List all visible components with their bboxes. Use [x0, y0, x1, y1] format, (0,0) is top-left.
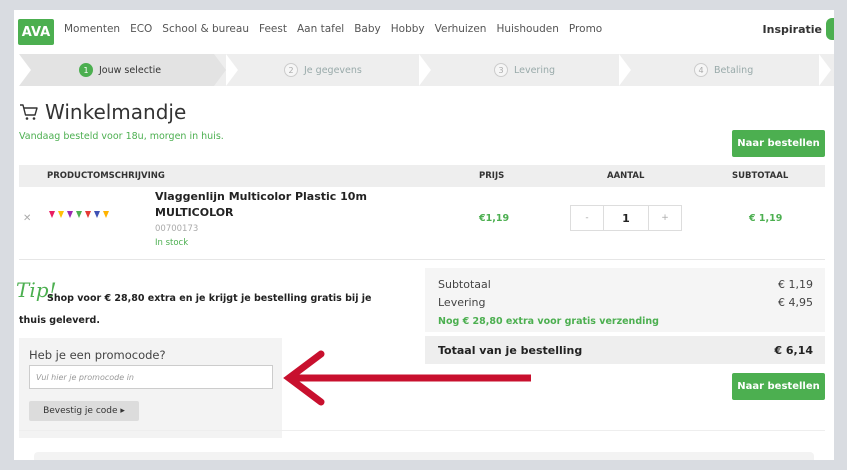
- order-button-top[interactable]: Naar bestellen: [732, 130, 825, 157]
- delivery-note: Vandaag besteld voor 18u, morgen in huis…: [19, 131, 224, 142]
- nav-item-aan-tafel[interactable]: Aan tafel: [297, 23, 344, 35]
- step-number: 4: [694, 63, 708, 77]
- step-label: Betaling: [714, 64, 754, 76]
- step-number: 2: [284, 63, 298, 77]
- step-label: Jouw selectie: [99, 64, 162, 76]
- nav-item-verhuizen[interactable]: Verhuizen: [435, 23, 487, 35]
- step-chevron: [226, 54, 238, 86]
- shipping-value: € 4,95: [778, 296, 813, 309]
- free-shipping-note: Nog € 28,80 extra voor gratis verzending: [438, 316, 659, 327]
- flag-shape: [94, 211, 100, 218]
- page-frame: AVA Momenten ECO School & bureau Feest A…: [14, 10, 834, 460]
- page-title: Winkelmandje: [19, 100, 186, 124]
- qty-increase-button[interactable]: +: [649, 206, 681, 230]
- product-price: €1,19: [479, 213, 510, 224]
- nav-item-eco[interactable]: ECO: [130, 23, 152, 35]
- product-thumbnail[interactable]: [49, 211, 109, 218]
- promo-code-input[interactable]: [29, 365, 273, 389]
- step-chevron: [419, 54, 431, 86]
- cart-icon: [20, 104, 38, 120]
- checkout-steps: 1 Jouw selectie 2 Je gegevens 3 Levering…: [19, 54, 834, 86]
- step-je-gegevens[interactable]: 2 Je gegevens: [284, 54, 362, 86]
- nav-item-feest[interactable]: Feest: [259, 23, 287, 35]
- divider: [19, 259, 825, 260]
- nav-item-huishouden[interactable]: Huishouden: [496, 23, 558, 35]
- nav-item-promo[interactable]: Promo: [569, 23, 602, 35]
- table-row: ✕ Vlaggenlijn Multicolor Plastic 10m MUL…: [19, 187, 825, 259]
- nav-item-inspiratie[interactable]: Inspiratie: [763, 23, 822, 36]
- total-value: € 6,14: [774, 344, 813, 357]
- step-jouw-selectie[interactable]: 1 Jouw selectie: [79, 54, 161, 86]
- side-tab-icon[interactable]: [826, 18, 834, 40]
- shipping-label: Levering: [438, 296, 486, 309]
- step-betaling[interactable]: 4 Betaling: [694, 54, 753, 86]
- cart-table-header: PRODUCTOMSCHRIJVING PRIJS AANTAL SUBTOTA…: [19, 165, 825, 187]
- header-price: PRIJS: [479, 171, 505, 181]
- nav-item-school-bureau[interactable]: School & bureau: [162, 23, 249, 35]
- step-label: Je gegevens: [304, 64, 362, 76]
- header-subtotal: SUBTOTAAL: [732, 171, 789, 181]
- nav-item-baby[interactable]: Baby: [354, 23, 381, 35]
- nav-menu: Momenten ECO School & bureau Feest Aan t…: [64, 23, 612, 35]
- step-chevron: [619, 54, 631, 86]
- row-subtotal: € 1,19: [749, 213, 783, 224]
- confirm-code-button[interactable]: Bevestig je code ▸: [29, 401, 139, 421]
- header-product: PRODUCTOMSCHRIJVING: [47, 171, 165, 181]
- step-label: Levering: [514, 64, 556, 76]
- flag-shape: [58, 211, 64, 218]
- header-qty: AANTAL: [607, 171, 645, 181]
- nav-item-hobby[interactable]: Hobby: [391, 23, 425, 35]
- remove-item-icon[interactable]: ✕: [23, 213, 31, 224]
- footer-edge: [34, 452, 814, 460]
- stock-status: In stock: [155, 238, 189, 248]
- promo-code-panel: Heb je een promocode? Bevestig je code ▸: [19, 338, 282, 438]
- promo-title: Heb je een promocode?: [29, 348, 166, 362]
- ava-logo[interactable]: AVA: [18, 19, 54, 45]
- subtotal-label: Subtotaal: [438, 278, 491, 291]
- flag-shape: [49, 211, 55, 218]
- order-button-bottom[interactable]: Naar bestellen: [732, 373, 825, 400]
- step-chevron-end: [819, 54, 831, 86]
- qty-value[interactable]: 1: [603, 206, 649, 230]
- flag-shape: [103, 211, 109, 218]
- quantity-stepper: - 1 +: [570, 205, 682, 231]
- product-name[interactable]: Vlaggenlijn Multicolor Plastic 10m MULTI…: [155, 189, 375, 221]
- step-chevron: [214, 54, 226, 86]
- step-number: 3: [494, 63, 508, 77]
- step-number: 1: [79, 63, 93, 77]
- qty-decrease-button[interactable]: -: [571, 206, 603, 230]
- divider: [19, 430, 825, 431]
- nav-item-momenten[interactable]: Momenten: [64, 23, 120, 35]
- flag-shape: [85, 211, 91, 218]
- step-chevron-start: [19, 54, 31, 86]
- subtotal-value: € 1,19: [778, 278, 813, 291]
- tip-text: Shop voor € 28,80 extra en je krijgt je …: [19, 293, 372, 326]
- step-levering[interactable]: 3 Levering: [494, 54, 555, 86]
- top-nav: AVA Momenten ECO School & bureau Feest A…: [14, 10, 834, 50]
- flag-shape: [67, 211, 73, 218]
- order-summary: Subtotaal € 1,19 Levering € 4,95 Nog € 2…: [425, 268, 825, 332]
- page-title-text: Winkelmandje: [45, 100, 187, 124]
- flag-shape: [76, 211, 82, 218]
- product-sku: 00700173: [155, 224, 199, 234]
- annotation-arrow-icon: [283, 350, 531, 406]
